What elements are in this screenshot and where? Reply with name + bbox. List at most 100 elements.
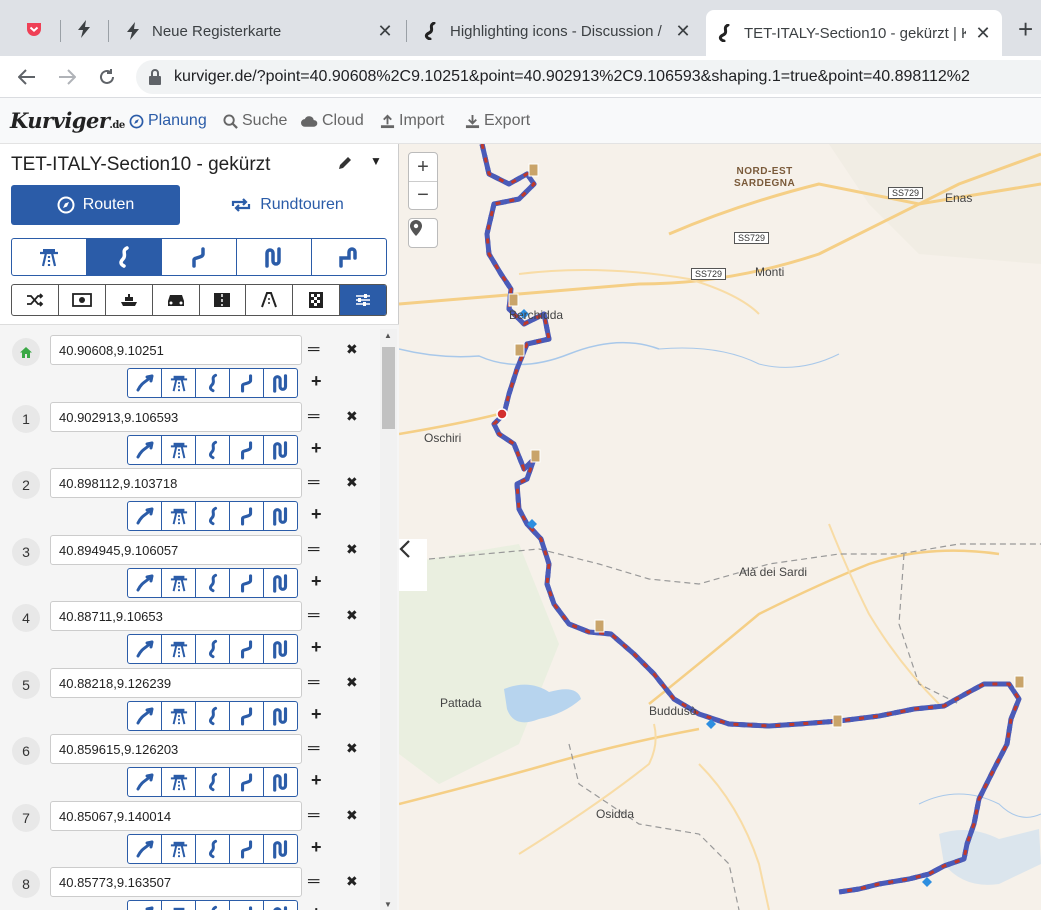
toll-money-icon[interactable] bbox=[59, 285, 106, 315]
direct-route-icon[interactable] bbox=[127, 368, 162, 398]
waypoint-input[interactable]: 40.894945,9.106057 bbox=[50, 534, 302, 565]
direct-route-icon[interactable] bbox=[127, 567, 162, 598]
menu-suche[interactable]: Suche bbox=[223, 112, 287, 130]
extra-curvy-icon[interactable] bbox=[229, 567, 264, 598]
menu-cloud[interactable]: Cloud bbox=[301, 112, 364, 130]
pencil-icon[interactable] bbox=[338, 156, 352, 175]
add-waypoint-icon[interactable]: + bbox=[311, 770, 322, 791]
highway-icon[interactable] bbox=[161, 700, 196, 731]
drag-handle-icon[interactable]: ═ bbox=[308, 807, 319, 825]
extra-curvy-icon[interactable] bbox=[229, 767, 264, 797]
super-curvy-icon[interactable] bbox=[237, 239, 312, 275]
direct-route-icon[interactable] bbox=[127, 700, 162, 731]
highway-icon[interactable] bbox=[161, 501, 196, 531]
waypoint-input[interactable]: 40.902913,9.106593 bbox=[50, 401, 302, 432]
url-field[interactable]: kurviger.de/?point=40.90608%2C9.10251&po… bbox=[136, 60, 1041, 94]
tunnel-icon[interactable] bbox=[246, 285, 294, 315]
shuffle-icon[interactable] bbox=[12, 285, 59, 315]
drag-handle-icon[interactable]: ═ bbox=[308, 873, 319, 891]
super-curvy-icon[interactable] bbox=[263, 900, 298, 910]
map[interactable]: NORD-EST SARDEGNA SS729 SS729 SS729 Enas … bbox=[399, 144, 1041, 910]
super-curvy-icon[interactable] bbox=[263, 368, 298, 398]
highway-icon[interactable] bbox=[161, 767, 196, 797]
add-waypoint-icon[interactable]: + bbox=[311, 637, 322, 658]
collapse-sidebar-button[interactable] bbox=[399, 539, 427, 591]
super-curvy-icon[interactable] bbox=[263, 434, 298, 465]
highway-icon[interactable] bbox=[12, 239, 87, 275]
super-curvy-icon[interactable] bbox=[263, 501, 298, 531]
curvy-icon[interactable] bbox=[87, 239, 162, 275]
direct-route-icon[interactable] bbox=[127, 900, 162, 910]
drag-handle-icon[interactable]: ═ bbox=[308, 341, 319, 359]
forward-icon[interactable] bbox=[54, 64, 80, 90]
menu-import[interactable]: Import bbox=[380, 112, 444, 130]
chevron-down-icon[interactable]: ▼ bbox=[370, 154, 382, 168]
routen-button[interactable]: Routen bbox=[11, 185, 180, 225]
add-waypoint-icon[interactable]: + bbox=[311, 571, 322, 592]
extra-curvy-icon[interactable] bbox=[229, 368, 264, 398]
rundtouren-button[interactable]: Rundtouren bbox=[212, 185, 362, 225]
extra-curvy-icon[interactable] bbox=[162, 239, 237, 275]
highway-icon[interactable] bbox=[161, 634, 196, 664]
zoom-in-button[interactable]: + bbox=[409, 153, 437, 181]
remove-waypoint-icon[interactable]: ✖ bbox=[346, 408, 358, 425]
remove-waypoint-icon[interactable]: ✖ bbox=[346, 740, 358, 757]
menu-export[interactable]: Export bbox=[465, 112, 530, 130]
add-waypoint-icon[interactable]: + bbox=[311, 504, 322, 525]
remove-waypoint-icon[interactable]: ✖ bbox=[346, 541, 358, 558]
add-waypoint-icon[interactable]: + bbox=[311, 704, 322, 725]
scrollbar[interactable]: ▲ ▼ bbox=[380, 329, 397, 910]
pocket-icon[interactable] bbox=[14, 10, 54, 48]
close-icon[interactable]: ✕ bbox=[674, 21, 692, 41]
scroll-down-icon[interactable]: ▼ bbox=[384, 900, 392, 909]
extra-curvy-icon[interactable] bbox=[229, 434, 264, 465]
super-curvy-icon[interactable] bbox=[263, 567, 298, 598]
highway-icon[interactable] bbox=[161, 434, 196, 465]
remove-waypoint-icon[interactable]: ✖ bbox=[346, 607, 358, 624]
super-curvy-icon[interactable] bbox=[263, 767, 298, 797]
waypoint-input[interactable]: 40.898112,9.103718 bbox=[50, 468, 302, 498]
highway-icon[interactable] bbox=[161, 368, 196, 398]
scroll-thumb[interactable] bbox=[382, 347, 395, 429]
close-icon[interactable]: ✕ bbox=[974, 23, 992, 43]
waypoint-input[interactable]: 40.85773,9.163507 bbox=[50, 867, 302, 897]
unpaved-road-icon[interactable] bbox=[200, 285, 247, 315]
waypoint-input[interactable]: 40.90608,9.10251 bbox=[50, 335, 302, 365]
drag-handle-icon[interactable]: ═ bbox=[308, 607, 319, 625]
remove-waypoint-icon[interactable]: ✖ bbox=[346, 807, 358, 824]
curvy-icon[interactable] bbox=[195, 634, 230, 664]
drag-handle-icon[interactable]: ═ bbox=[308, 541, 319, 559]
sliders-icon[interactable] bbox=[340, 285, 386, 315]
waypoint-input[interactable]: 40.88711,9.10653 bbox=[50, 601, 302, 631]
close-icon[interactable]: ✕ bbox=[376, 21, 394, 41]
add-waypoint-icon[interactable]: + bbox=[311, 371, 322, 392]
curvy-icon[interactable] bbox=[195, 567, 230, 598]
reload-icon[interactable] bbox=[94, 64, 120, 90]
add-waypoint-icon[interactable]: + bbox=[311, 438, 322, 459]
drag-handle-icon[interactable]: ═ bbox=[308, 674, 319, 692]
direct-route-icon[interactable] bbox=[127, 434, 162, 465]
drag-handle-icon[interactable]: ═ bbox=[308, 408, 319, 426]
drag-handle-icon[interactable]: ═ bbox=[308, 474, 319, 492]
curvy-icon[interactable] bbox=[195, 501, 230, 531]
extra-curvy-icon[interactable] bbox=[229, 501, 264, 531]
tab-new[interactable]: Neue Registerkarte ✕ bbox=[114, 10, 404, 52]
highway-icon[interactable] bbox=[161, 900, 196, 910]
zoom-out-button[interactable]: − bbox=[409, 181, 437, 209]
direct-route-icon[interactable] bbox=[127, 634, 162, 664]
remove-waypoint-icon[interactable]: ✖ bbox=[346, 674, 358, 691]
super-curvy-icon[interactable] bbox=[263, 833, 298, 864]
checkered-flag-icon[interactable] bbox=[293, 285, 341, 315]
kurviger-logo[interactable]: Kurviger.de bbox=[10, 108, 125, 133]
remove-waypoint-icon[interactable]: ✖ bbox=[346, 873, 358, 890]
curvy-icon[interactable] bbox=[195, 767, 230, 797]
remove-waypoint-icon[interactable]: ✖ bbox=[346, 474, 358, 491]
super-curvy-icon[interactable] bbox=[263, 634, 298, 664]
curvy-icon[interactable] bbox=[195, 700, 230, 731]
new-tab-button[interactable]: + bbox=[1018, 16, 1033, 42]
ferry-icon[interactable] bbox=[106, 285, 153, 315]
tab-active-route[interactable]: TET-ITALY-Section10 - gekürzt | K ✕ bbox=[706, 10, 1002, 56]
extra-curvy-icon[interactable] bbox=[229, 700, 264, 731]
curvy-icon[interactable] bbox=[195, 900, 230, 910]
extra-curvy-icon[interactable] bbox=[229, 833, 264, 864]
